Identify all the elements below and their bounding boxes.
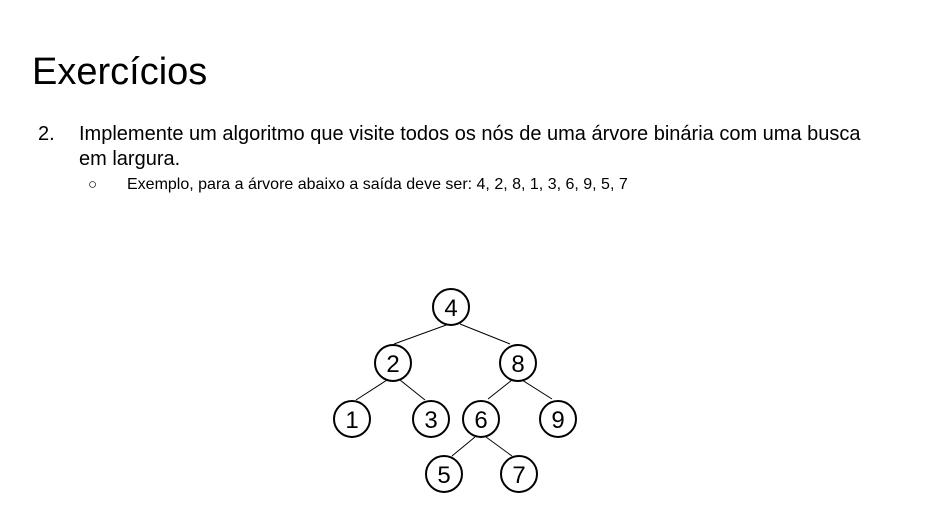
tree-edges [355,323,553,457]
edge-8-9 [521,379,553,400]
binary-tree-diagram: 4 2 8 1 3 6 9 5 7 [333,288,577,493]
node-label: 6 [474,407,487,434]
tree-node: 8 [499,344,537,382]
node-label: 5 [437,462,450,489]
edge-8-6 [487,379,513,400]
tree-node: 3 [412,400,450,438]
node-label: 2 [386,351,399,378]
node-label: 7 [512,462,525,489]
tree-node: 1 [333,400,371,438]
edge-2-1 [355,379,388,401]
edge-4-2 [393,323,450,345]
tree-node: 4 [432,288,470,326]
tree-node: 5 [425,455,463,493]
tree-node: 2 [374,344,412,382]
edge-6-7 [485,436,513,457]
edge-4-8 [459,323,511,345]
tree-node: 7 [500,455,538,493]
node-label: 9 [551,407,564,434]
node-label: 3 [424,407,437,434]
node-label: 8 [511,351,524,378]
node-label: 4 [444,295,457,322]
edge-6-5 [451,436,476,457]
tree-node: 9 [539,400,577,438]
edge-2-3 [399,379,426,401]
tree-node: 6 [462,400,500,438]
node-label: 1 [345,407,358,434]
